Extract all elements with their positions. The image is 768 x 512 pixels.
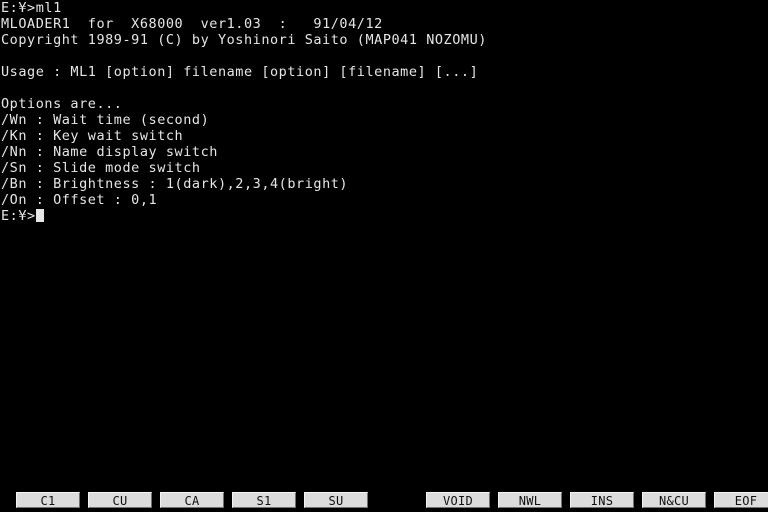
console-line-program-title: MLOADER1 for X68000 ver1.03 : 91/04/12 [1,16,383,32]
shell-prompt-text: E:¥> [1,208,36,224]
console-line-option-key-wait: /Kn : Key wait switch [1,128,184,144]
function-key-cu[interactable]: CU [88,492,152,508]
function-key-ins[interactable]: INS [570,492,634,508]
function-key-group-left: C1 CU CA S1 SU [16,492,368,508]
console-line-option-offset: /On : Offset : 0,1 [1,192,158,208]
function-key-void[interactable]: VOID [426,492,490,508]
terminal-screen: E:¥>ml1 MLOADER1 for X68000 ver1.03 : 91… [0,0,768,512]
text-cursor [35,209,44,222]
function-key-su[interactable]: SU [304,492,368,508]
console-line-blank-2 [0,80,768,96]
console-line-option-name-display: /Nn : Name display switch [1,144,218,160]
console-line-copyright: Copyright 1989-91 (C) by Yoshinori Saito… [1,32,487,48]
function-key-c1[interactable]: C1 [16,492,80,508]
function-key-eof[interactable]: EOF [714,492,768,508]
console-line-option-slide-mode: /Sn : Slide mode switch [1,160,201,176]
function-key-bar: C1 CU CA S1 SU VOID NWL INS N&CU EOF [0,488,768,512]
function-key-nwl[interactable]: NWL [498,492,562,508]
function-key-ca[interactable]: CA [160,492,224,508]
function-key-n-and-cu[interactable]: N&CU [642,492,706,508]
console-line-option-brightness: /Bn : Brightness : 1(dark),2,3,4(bright) [1,176,349,192]
console-line-option-wait-time: /Wn : Wait time (second) [1,112,210,128]
console-output: E:¥>ml1 MLOADER1 for X68000 ver1.03 : 91… [0,0,768,224]
console-line-options-header: Options are... [1,96,123,112]
console-line-command: E:¥>ml1 [1,0,62,16]
console-line-usage: Usage : ML1 [option] filename [option] [… [1,64,479,80]
console-line-blank-1 [0,48,768,64]
shell-prompt-line[interactable]: E:¥> [0,208,768,224]
function-key-group-right: VOID NWL INS N&CU EOF [426,492,768,508]
function-key-s1[interactable]: S1 [232,492,296,508]
